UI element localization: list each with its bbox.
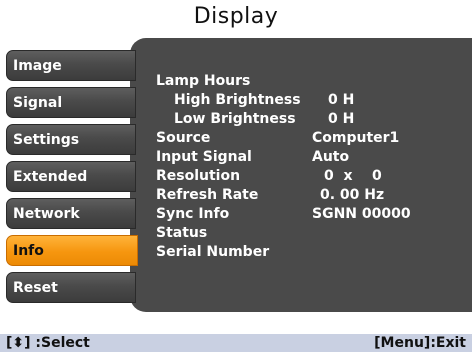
tab-label: Reset xyxy=(13,279,58,296)
tab-label: Extended xyxy=(13,168,88,185)
info-value: 0. 00 Hz xyxy=(320,187,385,203)
info-row-resolution: Resolution 0 x 0 xyxy=(152,167,472,186)
info-row-high-brightness: High Brightness 0 H xyxy=(152,91,472,110)
info-value: 0 H xyxy=(328,111,355,127)
info-label: Serial Number xyxy=(156,244,270,260)
info-label: High Brightness xyxy=(174,92,301,108)
page-title: Display xyxy=(193,4,279,29)
tab-label: Settings xyxy=(13,131,80,148)
info-row-input-signal: Input Signal Auto xyxy=(152,148,472,167)
info-label: Status xyxy=(156,225,208,241)
info-value: Computer1 xyxy=(312,130,400,146)
tab-label: Image xyxy=(13,57,62,74)
info-value: SGNN 00000 xyxy=(312,206,411,222)
info-row-serial-number: Serial Number xyxy=(152,243,472,262)
info-row-sync-info: Sync Info SGNN 00000 xyxy=(152,205,472,224)
info-label: Lamp Hours xyxy=(156,73,251,89)
info-row-low-brightness: Low Brightness 0 H xyxy=(152,110,472,129)
info-row-status: Status xyxy=(152,224,472,243)
tab-info[interactable]: Info xyxy=(6,235,138,266)
info-value: 0 H xyxy=(328,92,355,108)
info-label: Sync Info xyxy=(156,206,230,222)
info-row-refresh-rate: Refresh Rate 0. 00 Hz xyxy=(152,186,472,205)
tab-signal[interactable]: Signal xyxy=(6,87,136,118)
info-label: Input Signal xyxy=(156,149,252,165)
footer-exit-hint: [Menu]:Exit xyxy=(374,335,466,351)
tab-extended[interactable]: Extended xyxy=(6,161,136,192)
tab-reset[interactable]: Reset xyxy=(6,272,136,303)
tab-image[interactable]: Image xyxy=(6,50,136,81)
tab-label: Network xyxy=(13,205,80,222)
info-label: Resolution xyxy=(156,168,241,184)
info-row-source: Source Computer1 xyxy=(152,129,472,148)
info-label: Refresh Rate xyxy=(156,187,259,203)
info-label: Low Brightness xyxy=(174,111,296,127)
info-label: Source xyxy=(156,130,211,146)
info-value: Auto xyxy=(312,149,350,165)
info-row-lamp-hours: Lamp Hours xyxy=(152,72,472,91)
tab-settings[interactable]: Settings xyxy=(6,124,136,155)
tab-label: Signal xyxy=(13,94,63,111)
info-value: 0 x 0 xyxy=(324,168,382,184)
tab-label: Info xyxy=(13,242,44,259)
tab-network[interactable]: Network xyxy=(6,198,136,229)
footer-select-hint: [⬍] :Select xyxy=(6,335,90,351)
footer-help-bar: [⬍] :Select [Menu]:Exit xyxy=(0,334,472,352)
